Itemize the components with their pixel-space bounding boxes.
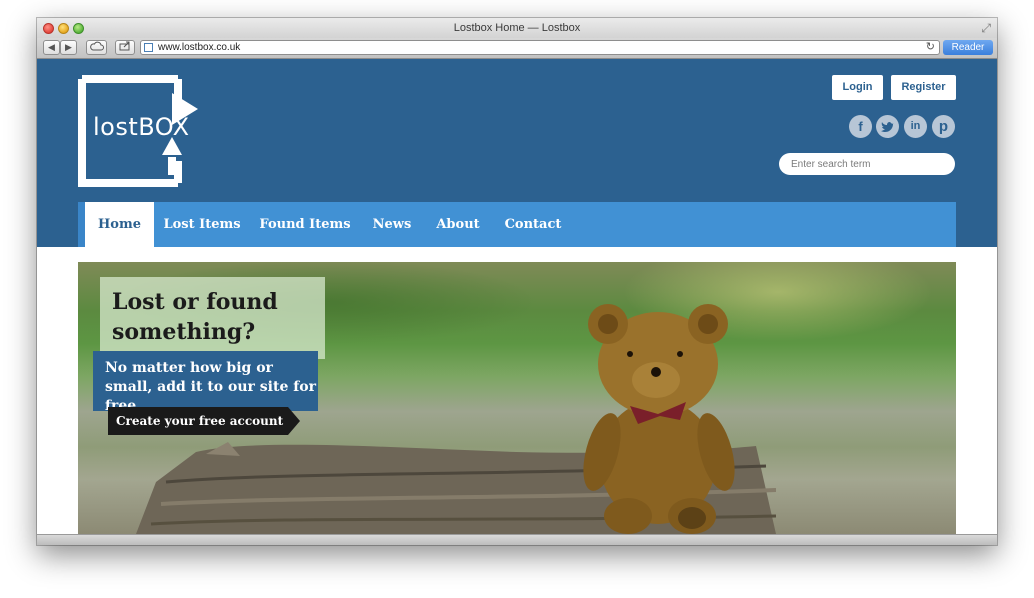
cta-arrow-icon — [288, 407, 300, 435]
share-icon — [119, 41, 130, 51]
nav-edge-accent — [78, 202, 85, 247]
close-window-button[interactable] — [43, 23, 54, 34]
zoom-window-button[interactable] — [73, 23, 84, 34]
cloud-icon — [89, 41, 104, 51]
reader-button[interactable]: Reader — [943, 40, 993, 55]
nav-item-lost-items[interactable]: Lost Items — [160, 202, 244, 247]
fullscreen-icon[interactable]: ⤢ — [981, 21, 991, 35]
logo-text: lostBOX — [93, 113, 190, 141]
site-header: lostBOX Login Register f in p Home Lost … — [37, 59, 997, 247]
url-text: www.lostbox.co.uk — [158, 42, 241, 53]
title-bar: Lostbox Home — Lostbox ⤢ — [37, 18, 997, 38]
minimize-window-button[interactable] — [58, 23, 69, 34]
browser-toolbar: ◀ ▶ www.lostbox.co.uk ↻ Reader — [37, 38, 997, 59]
nav-item-about[interactable]: About — [430, 202, 486, 247]
window-bottom-bar — [37, 534, 997, 545]
back-button[interactable]: ◀ — [43, 40, 60, 55]
lostbox-logo[interactable]: lostBOX — [78, 75, 198, 187]
login-button[interactable]: Login — [832, 75, 883, 100]
site-favicon-icon — [144, 43, 153, 52]
share-button[interactable] — [115, 40, 135, 55]
hero-banner: Lost or found something? No matter how b… — [78, 262, 956, 534]
hero-title: Lost or found something? — [112, 289, 278, 345]
twitter-icon[interactable] — [876, 115, 899, 138]
address-bar[interactable]: www.lostbox.co.uk ↻ — [140, 40, 940, 55]
search-input[interactable] — [779, 153, 955, 175]
icloud-tabs-button[interactable] — [86, 40, 107, 55]
nav-item-home[interactable]: Home — [85, 202, 154, 247]
back-arrow-icon: ◀ — [48, 42, 55, 52]
reload-icon[interactable]: ↻ — [926, 41, 935, 54]
nav-item-contact[interactable]: Contact — [499, 202, 567, 247]
forward-arrow-icon: ▶ — [65, 42, 72, 52]
teddy-bear-image — [583, 304, 735, 534]
create-account-button[interactable]: Create your free account — [108, 407, 288, 435]
pinterest-icon[interactable]: p — [932, 115, 955, 138]
main-navigation: Home Lost Items Found Items News About C… — [78, 202, 956, 247]
register-button[interactable]: Register — [891, 75, 956, 100]
window-title: Lostbox Home — Lostbox — [453, 22, 581, 34]
facebook-icon[interactable]: f — [849, 115, 872, 138]
nav-item-news[interactable]: News — [366, 202, 418, 247]
browser-window: Lostbox Home — Lostbox ⤢ ◀ ▶ www.lostbox… — [37, 18, 997, 545]
nav-item-found-items[interactable]: Found Items — [258, 202, 352, 247]
forward-button[interactable]: ▶ — [60, 40, 77, 55]
website-viewport: lostBOX Login Register f in p Home Lost … — [37, 59, 997, 534]
linkedin-icon[interactable]: in — [904, 115, 927, 138]
